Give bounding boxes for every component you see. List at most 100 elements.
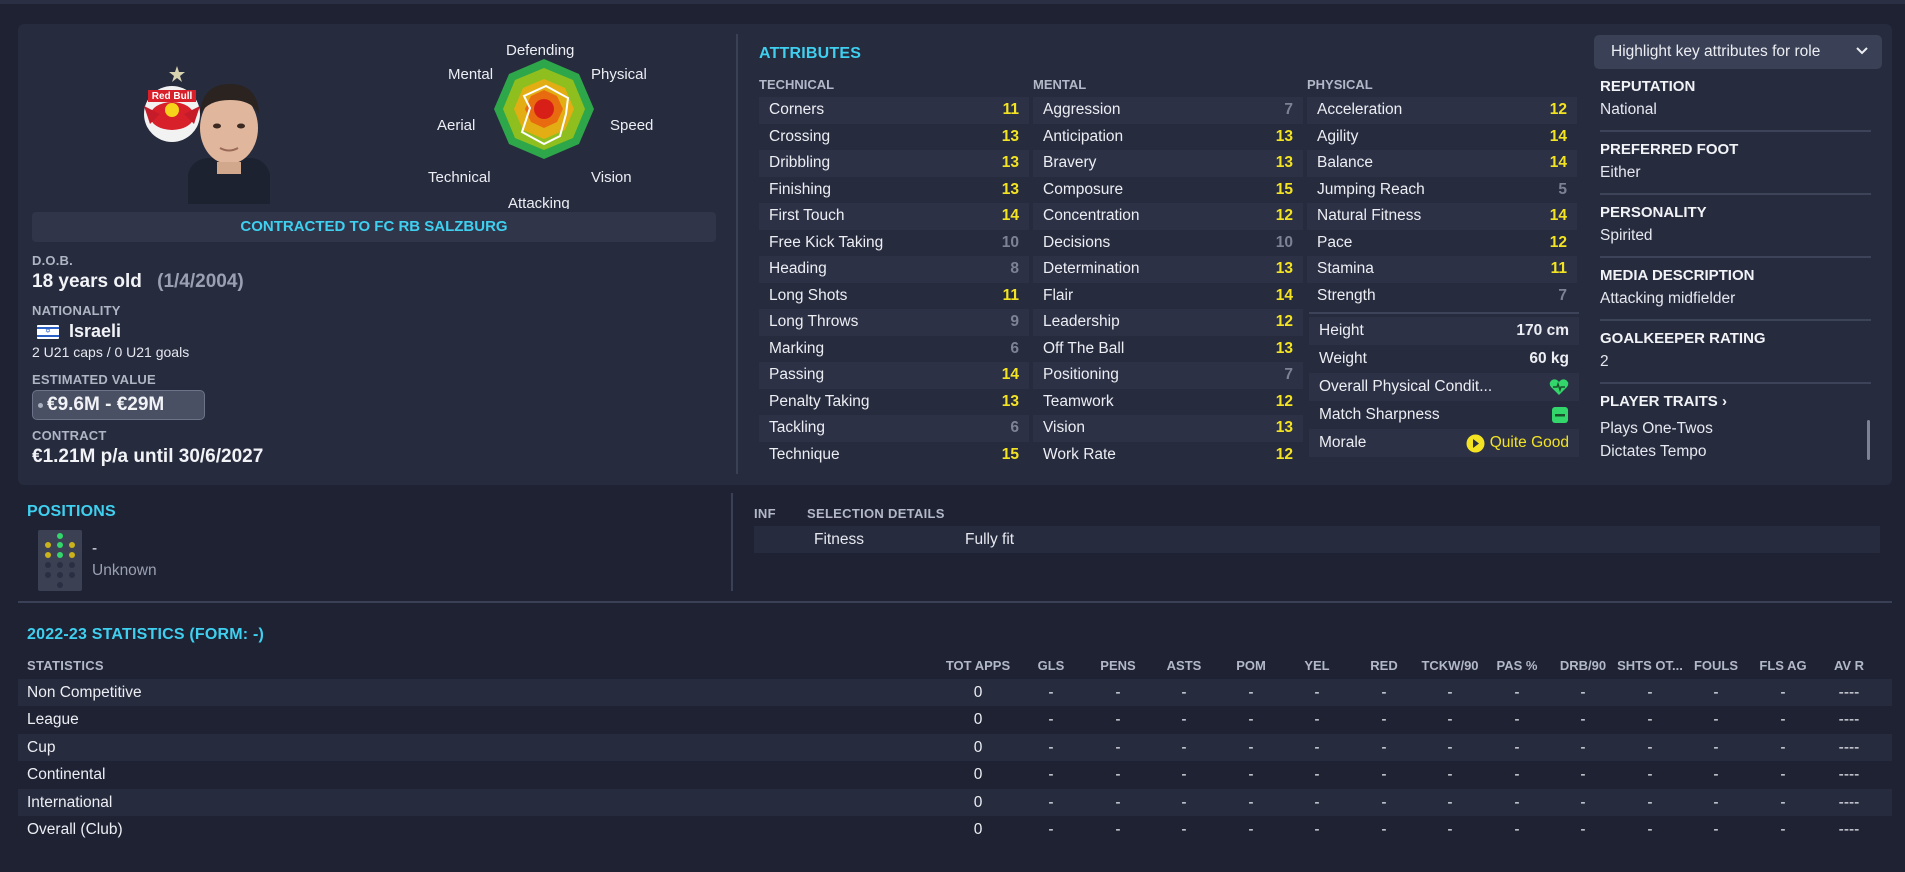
stats-column-header[interactable]: FOULS (1681, 658, 1751, 673)
player-photo (188, 84, 270, 204)
attribute-row[interactable]: Composure 15 (1033, 177, 1303, 204)
attribute-row[interactable]: Determination 13 (1033, 256, 1303, 283)
attribute-value: 5 (1558, 180, 1567, 198)
attribute-row[interactable]: Flair 14 (1033, 283, 1303, 310)
stats-cell: - (1314, 739, 1320, 756)
attribute-row[interactable]: Concentration 12 (1033, 203, 1303, 230)
attribute-row[interactable]: Penalty Taking 13 (759, 389, 1029, 416)
attribute-name: Agility (1317, 127, 1359, 145)
stats-column-header[interactable]: SHTS OT... (1615, 658, 1685, 673)
attribute-row[interactable]: Strength 7 (1307, 283, 1577, 310)
player-header-images: Red Bull (112, 44, 312, 204)
stats-column-header[interactable]: YEL (1282, 658, 1352, 673)
sharpness-row[interactable]: Match Sharpness (1309, 401, 1579, 429)
stats-column-header[interactable]: DRB/90 (1548, 658, 1618, 673)
attribute-row[interactable]: Teamwork 12 (1033, 389, 1303, 416)
attribute-name: Free Kick Taking (769, 233, 884, 251)
attribute-row[interactable]: Tackling 6 (759, 415, 1029, 442)
attribute-value: 15 (1001, 445, 1019, 463)
nationality-value[interactable]: Israeli (69, 321, 121, 342)
attribute-row[interactable]: Finishing 13 (759, 177, 1029, 204)
attribute-row[interactable]: Corners 11 (759, 97, 1029, 124)
attribute-row[interactable]: Natural Fitness 14 (1307, 203, 1577, 230)
stats-column-header[interactable]: AV R (1814, 658, 1884, 673)
fitness-row[interactable]: Fitness Fully fit (754, 526, 1880, 553)
stats-column-header[interactable]: RED (1349, 658, 1419, 673)
stats-cell: - (1248, 794, 1254, 811)
attribute-name: Flair (1043, 286, 1074, 304)
morale-row[interactable]: Morale Quite Good (1309, 429, 1579, 457)
player-traits-header[interactable]: PLAYER TRAITS › (1600, 393, 1871, 410)
stats-row[interactable]: Continental 0- - - - - - - - - - - - ---- (18, 761, 1892, 788)
weight-row: Weight 60 kg (1309, 345, 1579, 373)
stats-row[interactable]: Non Competitive 0- - - - - - - - - - - - ---- (18, 679, 1892, 706)
stats-cell: - (1780, 766, 1786, 783)
stats-column-header[interactable]: ASTS (1149, 658, 1219, 673)
attribute-row[interactable]: Leadership 12 (1033, 309, 1303, 336)
physical-condition-list: Height 170 cm Weight 60 kg Overall Physica… (1309, 317, 1579, 457)
attribute-row[interactable]: Heading 8 (759, 256, 1029, 283)
stats-row[interactable]: International 0- - - - - - - - - - - - ---- (18, 789, 1892, 816)
estimated-value-pill[interactable]: €9.6M - €29M (32, 390, 205, 420)
attribute-row[interactable]: Passing 14 (759, 362, 1029, 389)
attribute-row[interactable]: Crossing 13 (759, 124, 1029, 151)
attribute-row[interactable]: Jumping Reach 5 (1307, 177, 1577, 204)
stats-column-header[interactable]: TCKW/90 (1415, 658, 1485, 673)
attribute-row[interactable]: Work Rate 12 (1033, 442, 1303, 469)
contract-status-bar[interactable]: CONTRACTED TO FC RB SALZBURG (32, 212, 716, 242)
stats-row[interactable]: Overall (Club) 0- - - - - - - - - - - - ---- (18, 816, 1892, 843)
attribute-value: 12 (1275, 313, 1293, 330)
attribute-row[interactable]: Aggression 7 (1033, 97, 1303, 124)
attribute-value: 11 (1002, 286, 1019, 304)
stats-row[interactable]: Cup 0- - - - - - - - - - - - ---- (18, 734, 1892, 761)
attribute-row[interactable]: Marking 6 (759, 336, 1029, 363)
highlight-attributes-dropdown[interactable]: Highlight key attributes for role (1594, 35, 1882, 69)
stats-column-header[interactable]: POM (1216, 658, 1286, 673)
attribute-row[interactable]: Bravery 13 (1033, 150, 1303, 177)
condition-row[interactable]: Overall Physical Condit... (1309, 373, 1579, 401)
positions-divider (731, 493, 733, 591)
stats-cell: - (1248, 766, 1254, 783)
mental-header: MENTAL (1033, 77, 1087, 92)
stats-column-header[interactable]: GLS (1016, 658, 1086, 673)
attribute-value: 13 (1275, 339, 1293, 357)
stats-column-header[interactable]: PAS % (1482, 658, 1552, 673)
attribute-value: 7 (1284, 366, 1293, 383)
attribute-value: 10 (1275, 233, 1293, 251)
attribute-row[interactable]: Anticipation 13 (1033, 124, 1303, 151)
stats-cell: - (1447, 711, 1453, 728)
attribute-row[interactable]: Positioning 7 (1033, 362, 1303, 389)
attribute-row[interactable]: Technique 15 (759, 442, 1029, 469)
estimated-value-label: ESTIMATED VALUE (32, 372, 156, 387)
stats-cell: ---- (1838, 821, 1860, 838)
player-traits-block[interactable]: PLAYER TRAITS › Plays One-Twos Dictates … (1600, 393, 1871, 461)
stats-column-header[interactable]: TOT APPS (943, 658, 1013, 673)
traits-scrollbar[interactable] (1867, 420, 1870, 460)
attribute-row[interactable]: Pace 12 (1307, 230, 1577, 257)
stats-row-header: STATISTICS (27, 658, 104, 673)
stats-column-header[interactable]: PENS (1083, 658, 1153, 673)
attribute-row[interactable]: Agility 14 (1307, 124, 1577, 151)
attribute-row[interactable]: Long Shots 11 (759, 283, 1029, 310)
attribute-row[interactable]: Vision 13 (1033, 415, 1303, 442)
attribute-row[interactable]: Off The Ball 13 (1033, 336, 1303, 363)
attribute-row[interactable]: Balance 14 (1307, 150, 1577, 177)
positions-title: POSITIONS (27, 503, 116, 520)
attribute-row[interactable]: Stamina 11 (1307, 256, 1577, 283)
attribute-row[interactable]: Acceleration 12 (1307, 97, 1577, 124)
stats-cell: - (1048, 711, 1054, 728)
stats-cell: - (1647, 684, 1653, 701)
attribute-radar: Defending Physical Speed Vision Attackin… (420, 40, 660, 210)
attribute-value: 14 (1549, 127, 1567, 145)
attribute-row[interactable]: Free Kick Taking 10 (759, 230, 1029, 257)
position-pitch-icon[interactable] (38, 530, 82, 591)
attribute-row[interactable]: Decisions 10 (1033, 230, 1303, 257)
stats-cell: - (1514, 821, 1520, 838)
attribute-name: Passing (769, 366, 825, 383)
attribute-row[interactable]: First Touch 14 (759, 203, 1029, 230)
stats-row[interactable]: League 0- - - - - - - - - - - - ---- (18, 706, 1892, 733)
attribute-row[interactable]: Dribbling 13 (759, 150, 1029, 177)
attribute-row[interactable]: Long Throws 9 (759, 309, 1029, 336)
player-traits-label: PLAYER TRAITS (1600, 393, 1718, 410)
stats-column-header[interactable]: FLS AG (1748, 658, 1818, 673)
